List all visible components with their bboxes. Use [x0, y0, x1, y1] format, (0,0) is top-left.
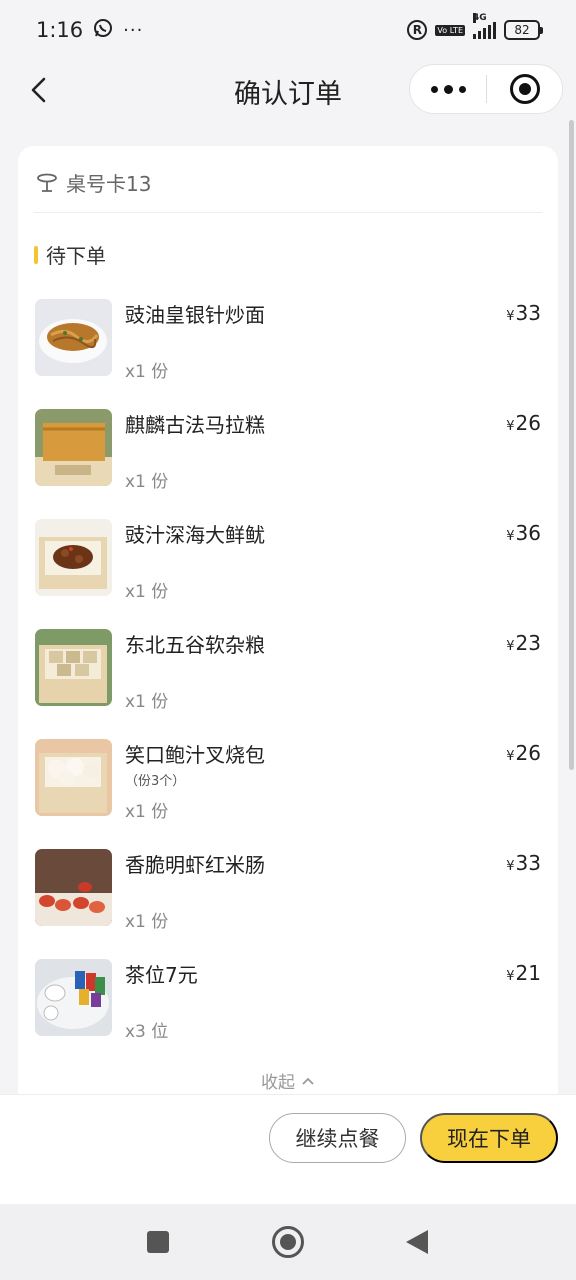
item-quantity: x1 份 — [125, 692, 169, 712]
dish-image — [35, 629, 112, 706]
table-number: 桌号卡13 — [66, 172, 152, 196]
table-number-row: 桌号卡13 — [36, 168, 151, 197]
currency-symbol: ¥ — [506, 309, 515, 324]
currency-symbol: ¥ — [506, 749, 515, 764]
item-price: ¥23 — [506, 631, 541, 655]
place-order-button[interactable]: 现在下单 — [420, 1113, 558, 1163]
order-item: 笑口鲍汁叉烧包 （份3个） x1 份 ¥26 — [35, 739, 541, 822]
item-name: 豉油皇银针炒面 — [125, 303, 265, 327]
item-price: ¥26 — [506, 411, 541, 435]
item-quantity: x1 份 — [125, 472, 169, 492]
currency-symbol: ¥ — [506, 419, 515, 434]
whatsapp-icon — [93, 18, 113, 43]
mini-program-capsule — [409, 64, 563, 114]
currency-symbol: ¥ — [506, 859, 515, 874]
item-note: （份3个） — [125, 774, 186, 789]
order-item: 香脆明虾红米肠 x1 份 ¥33 — [35, 849, 541, 932]
currency-symbol: ¥ — [506, 639, 515, 654]
item-price: ¥21 — [506, 961, 541, 985]
network-type: 4G — [473, 13, 487, 23]
continue-ordering-button[interactable]: 继续点餐 — [269, 1113, 406, 1163]
order-item: 豉油皇银针炒面 x1 份 ¥33 — [35, 299, 541, 382]
more-notifications-icon: ··· — [123, 19, 144, 41]
more-dot-icon — [430, 85, 438, 93]
section-header: 待下单 — [34, 240, 106, 269]
collapse-label: 收起 — [261, 1073, 295, 1093]
currency-symbol: ¥ — [506, 969, 515, 984]
currency-symbol: ¥ — [506, 529, 515, 544]
item-price: ¥33 — [506, 301, 541, 325]
nav-bar: 确认订单 — [0, 60, 576, 120]
battery-icon: 82 — [504, 20, 543, 40]
item-quantity: x1 份 — [125, 582, 169, 602]
home-button[interactable] — [272, 1226, 304, 1258]
section-title: 待下单 — [46, 244, 106, 268]
dish-image — [35, 959, 112, 1036]
dish-image — [35, 519, 112, 596]
system-back-button[interactable] — [406, 1230, 428, 1254]
item-price-value: 33 — [515, 301, 541, 325]
item-price: ¥36 — [506, 521, 541, 545]
item-price-value: 33 — [515, 851, 541, 875]
table-icon — [37, 173, 57, 192]
more-dot-icon — [443, 84, 453, 94]
dish-image — [35, 409, 112, 486]
registered-icon: R — [407, 20, 428, 40]
more-button[interactable] — [410, 65, 486, 113]
item-quantity: x3 位 — [125, 1022, 169, 1042]
item-name: 香脆明虾红米肠 — [125, 853, 265, 877]
bottom-action-bar: 继续点餐 现在下单 — [0, 1094, 576, 1204]
status-bar: 1:16 ··· R Vo LTE 4G 82 — [0, 0, 576, 60]
item-name: 笑口鲍汁叉烧包 — [125, 743, 265, 767]
item-name: 东北五谷软杂粮 — [125, 633, 265, 657]
order-item: 麒麟古法马拉糕 x1 份 ¥26 — [35, 409, 541, 492]
target-icon — [509, 74, 540, 104]
item-quantity: x1 份 — [125, 802, 169, 822]
divider — [34, 212, 542, 213]
item-price-value: 36 — [515, 521, 541, 545]
order-item: 东北五谷软杂粮 x1 份 ¥23 — [35, 629, 541, 712]
item-price-value: 26 — [515, 741, 541, 765]
collapse-button[interactable]: 收起 — [18, 1068, 558, 1093]
item-name: 茶位7元 — [125, 963, 198, 987]
item-quantity: x1 份 — [125, 362, 169, 382]
item-quantity: x1 份 — [125, 912, 169, 932]
item-price: ¥26 — [506, 741, 541, 765]
item-price-value: 21 — [515, 961, 541, 985]
dish-image — [35, 739, 112, 816]
status-time: 1:16 — [36, 18, 84, 42]
more-dot-icon — [458, 85, 466, 93]
signal-icon: 4G — [473, 13, 496, 39]
chevron-up-icon — [302, 1077, 314, 1085]
item-name: 麒麟古法马拉糕 — [125, 413, 265, 437]
order-card: 桌号卡13 待下单 豉油皇银针炒面 x1 份 ¥33 麒麟古法马拉糕 x1 份 … — [18, 146, 558, 1106]
order-item: 茶位7元 x3 位 ¥21 — [35, 959, 541, 1042]
close-miniprogram-button[interactable] — [487, 65, 562, 113]
dish-image — [35, 849, 112, 926]
recent-apps-button[interactable] — [147, 1231, 169, 1253]
system-nav-bar — [0, 1204, 576, 1280]
volte-icon: Vo LTE — [435, 24, 465, 36]
scrollbar[interactable] — [569, 120, 574, 770]
item-price: ¥33 — [506, 851, 541, 875]
item-name: 豉汁深海大鲜鱿 — [125, 523, 265, 547]
item-price-value: 26 — [515, 411, 541, 435]
section-accent-bar — [34, 245, 38, 264]
dish-image — [35, 299, 112, 376]
item-price-value: 23 — [515, 631, 541, 655]
order-item: 豉汁深海大鲜鱿 x1 份 ¥36 — [35, 519, 541, 602]
